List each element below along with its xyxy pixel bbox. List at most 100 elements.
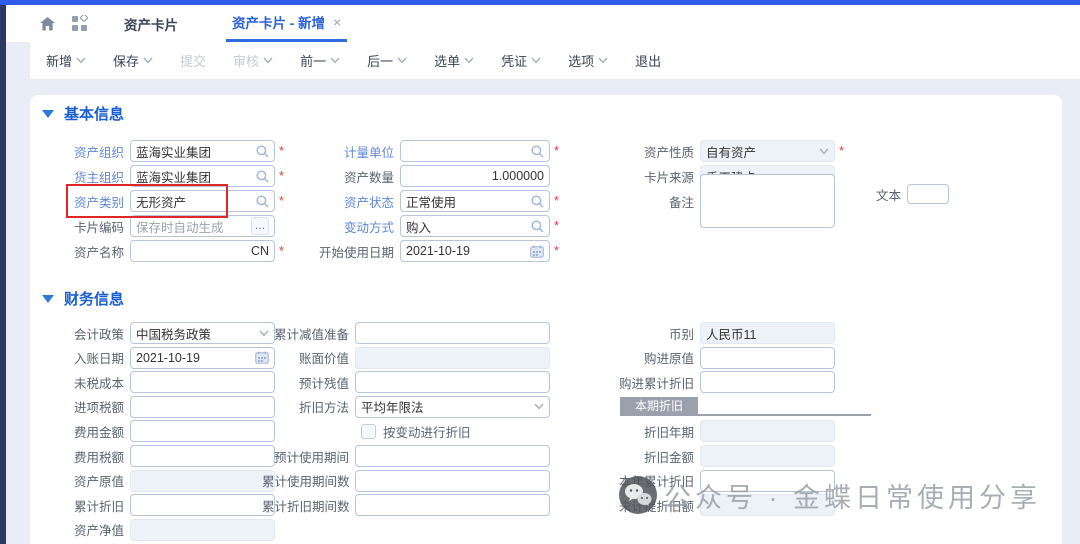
owner-org-label[interactable]: 货主组织 bbox=[38, 167, 130, 186]
change-mode-input[interactable]: 购入 bbox=[400, 215, 550, 237]
required-asterisk: * bbox=[279, 244, 284, 258]
magnifier-icon[interactable] bbox=[531, 220, 544, 233]
impairment-reserve-input[interactable] bbox=[355, 322, 550, 344]
subtab-current-depreciation-tab[interactable]: 本期折旧 bbox=[620, 397, 698, 416]
owner-org-value: 蓝海实业集团 bbox=[136, 167, 253, 186]
toolbar-button-exit[interactable]: 退出 bbox=[635, 51, 661, 70]
asset-org-value: 蓝海实业集团 bbox=[136, 142, 253, 161]
asset-nature-label: 资产性质 bbox=[608, 142, 700, 161]
measure-unit-input[interactable] bbox=[400, 140, 550, 162]
asset-quantity-input[interactable]: 1.000000 bbox=[400, 165, 550, 187]
tab-close-icon[interactable]: × bbox=[333, 14, 341, 30]
booking-date-input[interactable]: 2021-10-19 bbox=[130, 347, 275, 369]
undepreciated-amount-input bbox=[700, 494, 835, 516]
asset-status-input[interactable]: 正常使用 bbox=[400, 190, 550, 212]
toolbar-button-label: 保存 bbox=[113, 51, 139, 70]
card-source-label: 卡片来源 bbox=[608, 167, 700, 186]
required-asterisk: * bbox=[554, 144, 559, 158]
asset-quantity-label: 资产数量 bbox=[310, 167, 400, 186]
depreciation-method-value: 平均年限法 bbox=[361, 397, 531, 416]
magnifier-icon[interactable] bbox=[256, 170, 269, 183]
ytd-depreciation-input[interactable] bbox=[700, 470, 835, 492]
toolbar-button-pick-list[interactable]: 选单 bbox=[434, 51, 474, 70]
expense-tax-input[interactable] bbox=[130, 445, 275, 467]
accum-depreciation-input[interactable] bbox=[130, 494, 275, 516]
expense-amount-input[interactable] bbox=[130, 420, 275, 442]
chevron-down-icon bbox=[330, 57, 340, 64]
magnifier-icon[interactable] bbox=[256, 195, 269, 208]
dep-amount-label: 折旧金额 bbox=[608, 447, 700, 466]
asset-status-label[interactable]: 资产状态 bbox=[310, 192, 400, 211]
toolbar-button-label: 提交 bbox=[180, 51, 206, 70]
tab-asset-card[interactable]: 资产卡片 bbox=[118, 5, 184, 42]
asset-category-label[interactable]: 资产类别 bbox=[38, 192, 130, 211]
magnifier-icon[interactable] bbox=[256, 145, 269, 158]
undepreciated-amount-label: 未计提折旧额 bbox=[608, 496, 700, 515]
purchase-accum-dep-label: 购进累计折旧 bbox=[608, 373, 700, 392]
asset-org-input[interactable]: 蓝海实业集团 bbox=[130, 140, 275, 162]
field-row-purchase-accum-dep: 购进累计折旧 bbox=[608, 371, 835, 393]
required-asterisk: * bbox=[279, 144, 284, 158]
purchase-original-value-input[interactable] bbox=[700, 347, 835, 369]
asset-name-input[interactable]: CN bbox=[130, 240, 275, 262]
checkbox-depreciate-on-change[interactable] bbox=[361, 424, 376, 439]
field-row-asset-category: 资产类别无形资产* bbox=[38, 190, 284, 212]
field-row-asset-status: 资产状态正常使用* bbox=[310, 190, 559, 212]
toolbar-button-label: 凭证 bbox=[501, 51, 527, 70]
asset-category-input[interactable]: 无形资产 bbox=[130, 190, 275, 212]
field-row-accum-depreciation: 累计折旧 bbox=[38, 494, 275, 516]
asset-nature-select: 自有资产 bbox=[700, 140, 835, 162]
ellipsis-button[interactable]: … bbox=[251, 217, 269, 235]
home-icon[interactable] bbox=[36, 13, 58, 35]
magnifier-icon[interactable] bbox=[531, 145, 544, 158]
field-row-input-tax: 进项税额 bbox=[38, 396, 275, 418]
depreciation-method-select[interactable]: 平均年限法 bbox=[355, 396, 550, 418]
card-code-input[interactable]: 保存时自动生成… bbox=[130, 215, 275, 237]
change-mode-label[interactable]: 变动方式 bbox=[310, 217, 400, 236]
tab-bar: 资产卡片 资产卡片 - 新增× bbox=[6, 5, 1080, 42]
text-extra-input[interactable] bbox=[907, 184, 949, 204]
book-value-label: 账面价值 bbox=[262, 348, 355, 367]
toolbar-button-add[interactable]: 新增 bbox=[46, 51, 86, 70]
asset-name-label: 资产名称 bbox=[38, 242, 130, 261]
section-header-finance[interactable]: 财务信息 bbox=[42, 288, 124, 309]
depreciated-period-count-input[interactable] bbox=[355, 494, 550, 516]
chevron-down-icon bbox=[531, 57, 541, 64]
remark-textarea[interactable] bbox=[700, 174, 835, 228]
residual-value-input[interactable] bbox=[355, 371, 550, 393]
toolbar-button-prev[interactable]: 前一 bbox=[300, 51, 340, 70]
input-tax-input[interactable] bbox=[130, 396, 275, 418]
start-use-date-input[interactable]: 2021-10-19 bbox=[400, 240, 550, 262]
calendar-icon[interactable] bbox=[530, 245, 544, 258]
purchase-accum-dep-input[interactable] bbox=[700, 371, 835, 393]
section-header-basic[interactable]: 基本信息 bbox=[42, 103, 124, 124]
untaxed-cost-input[interactable] bbox=[130, 371, 275, 393]
toolbar-button-next[interactable]: 后一 bbox=[367, 51, 407, 70]
magnifier-icon[interactable] bbox=[531, 195, 544, 208]
currency-input: 人民币11 bbox=[700, 322, 835, 344]
toolbar-button-voucher[interactable]: 凭证 bbox=[501, 51, 541, 70]
app-menu-icon[interactable] bbox=[68, 13, 90, 35]
tab-asset-card-new[interactable]: 资产卡片 - 新增× bbox=[226, 5, 347, 42]
expected-periods-input[interactable] bbox=[355, 445, 550, 467]
toolbar-button-save[interactable]: 保存 bbox=[113, 51, 153, 70]
field-row-used-period-count: 累计使用期间数 bbox=[262, 470, 550, 492]
accounting-policy-select[interactable]: 中国税务政策 bbox=[130, 322, 275, 344]
field-row-measure-unit: 计量单位 * bbox=[310, 140, 559, 162]
field-row-accounting-policy: 会计政策中国税务政策 bbox=[38, 322, 275, 344]
used-period-count-input[interactable] bbox=[355, 470, 550, 492]
depreciated-period-count-label: 累计折旧期间数 bbox=[262, 496, 355, 515]
toolbar-button-options[interactable]: 选项 bbox=[568, 51, 608, 70]
section-title: 财务信息 bbox=[64, 288, 124, 309]
dep-year-period-label: 折旧年期 bbox=[608, 422, 700, 441]
owner-org-input[interactable]: 蓝海实业集团 bbox=[130, 165, 275, 187]
required-asterisk: * bbox=[554, 244, 559, 258]
subtab-underline bbox=[698, 397, 871, 416]
asset-org-label[interactable]: 资产组织 bbox=[38, 142, 130, 161]
field-row-book-value: 账面价值 bbox=[262, 347, 550, 369]
dep-amount-input bbox=[700, 445, 835, 467]
toolbar-button-audit: 审核 bbox=[233, 51, 273, 70]
collapse-triangle-icon bbox=[42, 295, 54, 303]
chevron-down-icon[interactable] bbox=[534, 403, 544, 410]
measure-unit-label[interactable]: 计量单位 bbox=[310, 142, 400, 161]
